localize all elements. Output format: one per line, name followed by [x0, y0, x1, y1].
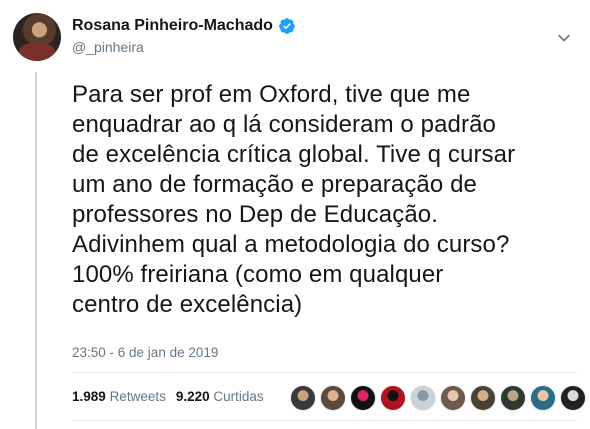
liker-avatar[interactable]: [470, 385, 496, 411]
divider: [72, 372, 577, 373]
verified-badge-icon: [279, 18, 295, 34]
divider: [72, 420, 577, 421]
tweet-stats: 1.989 Retweets 9.220 Curtidas: [72, 389, 264, 404]
tweet-text-line: um ano de formação e preparação de: [72, 171, 477, 198]
liker-avatar[interactable]: [530, 385, 556, 411]
likes-stat[interactable]: 9.220 Curtidas: [176, 389, 264, 404]
author-handle[interactable]: @_pinheira: [72, 38, 296, 56]
likes-count: 9.220: [175, 389, 210, 404]
tweet-text-line: Adivinhem qual a metodologia do curso?: [72, 231, 510, 258]
tweet-text-line: 100% freiriana (como em qualquer: [72, 261, 444, 288]
author-name[interactable]: Rosana Pinheiro-Machado: [72, 16, 273, 36]
chevron-down-icon[interactable]: [557, 31, 571, 45]
tweet-timestamp[interactable]: 23:50 - 6 de jan de 2019: [72, 345, 218, 360]
retweets-stat[interactable]: 1.989 Retweets: [72, 389, 166, 404]
author-block: Rosana Pinheiro-Machado @_pinheira: [72, 16, 296, 56]
tweet-text-line: Para ser prof em Oxford, tive que me: [72, 81, 471, 108]
liker-avatar[interactable]: [560, 385, 586, 411]
liker-avatar[interactable]: [410, 385, 436, 411]
liker-avatar[interactable]: [440, 385, 466, 411]
tweet-text-line: professores no Dep de Educação.: [72, 201, 438, 228]
retweets-label: Retweets: [109, 389, 166, 404]
avatar[interactable]: [13, 13, 61, 61]
tweet-text-line: de excelência crítica global. Tive q cur…: [72, 141, 516, 168]
liker-avatars: [290, 385, 586, 411]
likes-label: Curtidas: [213, 389, 264, 404]
tweet-text-line: centro de excelência): [72, 291, 303, 318]
liker-avatar[interactable]: [500, 385, 526, 411]
liker-avatar[interactable]: [320, 385, 346, 411]
tweet-text-line: enquadrar ao q lá consideram o padrão: [72, 111, 496, 138]
liker-avatar[interactable]: [380, 385, 406, 411]
liker-avatar[interactable]: [350, 385, 376, 411]
thread-line: [35, 72, 37, 429]
retweets-count: 1.989: [72, 389, 106, 404]
liker-avatar[interactable]: [290, 385, 316, 411]
tweet-text: Para ser prof em Oxford, tive que me enq…: [72, 80, 577, 320]
